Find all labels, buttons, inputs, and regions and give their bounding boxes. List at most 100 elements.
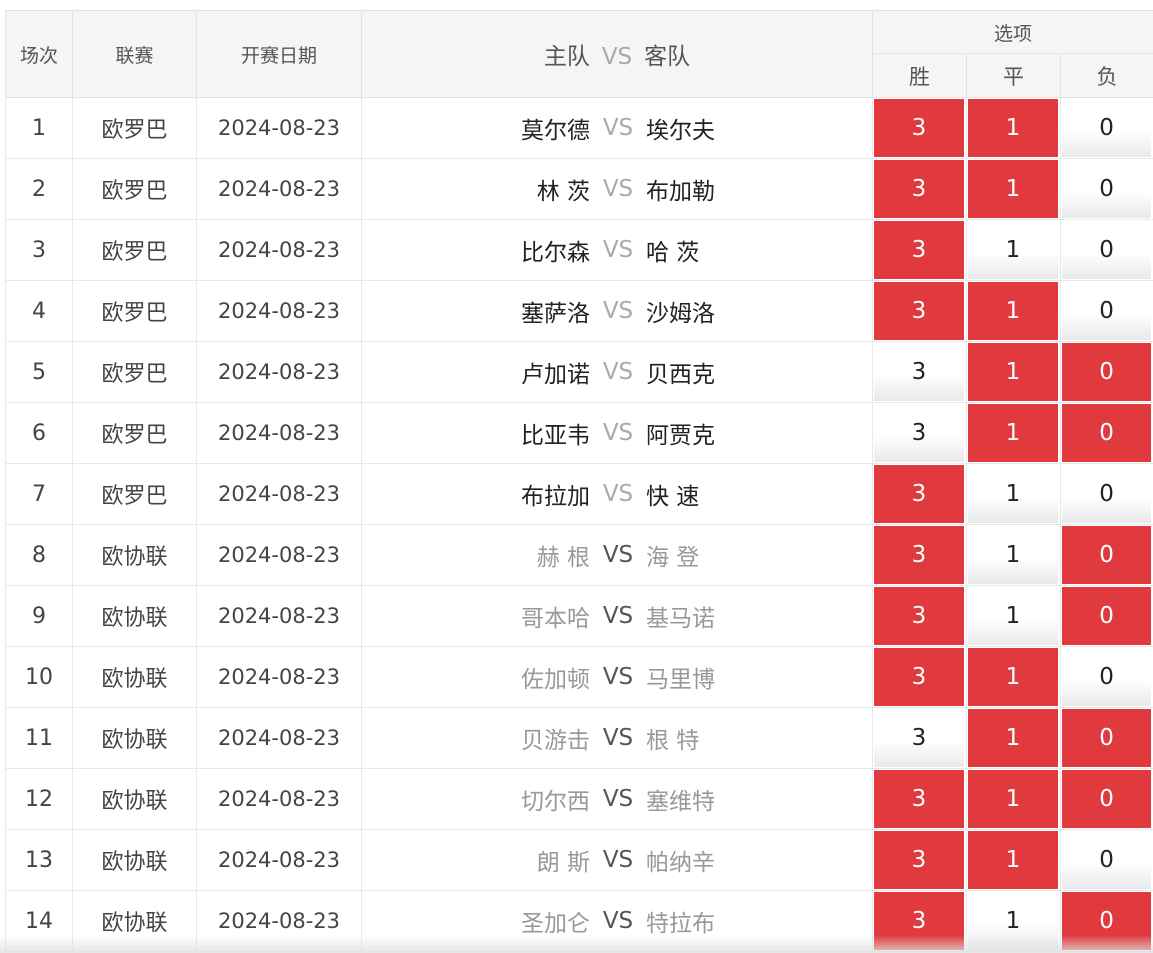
win-option-cell: 3 xyxy=(872,768,967,830)
win-option[interactable]: 3 xyxy=(874,99,964,157)
row-date: 2024-08-23 xyxy=(196,97,362,159)
table-body: 1 欧罗巴 2024-08-23 莫尔德 VS 埃尔夫 3 1 0 2 欧罗巴 2024-08-23 林… xyxy=(5,97,1153,952)
match-table-container: 场次 联赛 开赛日期 主队 VS 客队 选项 胜 平 负 1 欧罗巴 2024-08-2… xyxy=(5,10,1153,952)
draw-option-cell: 1 xyxy=(966,402,1061,464)
draw-option[interactable]: 1 xyxy=(968,526,1058,584)
draw-option[interactable]: 1 xyxy=(968,831,1058,889)
draw-option[interactable]: 1 xyxy=(968,343,1058,401)
draw-option-cell: 1 xyxy=(966,646,1061,708)
away-team: 根 特 xyxy=(646,728,700,754)
vs-label: VS xyxy=(602,847,634,873)
lose-option[interactable]: 0 xyxy=(1062,343,1152,401)
home-team: 莫尔德 xyxy=(521,118,590,144)
table-row: 5 欧罗巴 2024-08-23 卢加诺 VS 贝西克 3 1 0 xyxy=(5,341,1153,403)
header-lose: 负 xyxy=(1059,53,1153,98)
win-option[interactable]: 3 xyxy=(874,770,964,828)
table-row: 10 欧协联 2024-08-23 佐加顿 VS 马里博 3 1 0 xyxy=(5,646,1153,708)
row-match: 圣加仑 VS 特拉布 xyxy=(361,890,873,952)
lose-option[interactable]: 0 xyxy=(1062,160,1152,218)
lose-option[interactable]: 0 xyxy=(1062,282,1152,340)
draw-option[interactable]: 1 xyxy=(968,770,1058,828)
draw-option[interactable]: 1 xyxy=(968,221,1058,279)
row-league: 欧协联 xyxy=(72,585,197,647)
lose-option[interactable]: 0 xyxy=(1062,465,1152,523)
vs-label: VS xyxy=(602,603,634,629)
vs-label: VS xyxy=(602,359,634,385)
draw-option[interactable]: 1 xyxy=(968,404,1058,462)
row-index: 8 xyxy=(5,524,73,586)
row-index: 6 xyxy=(5,402,73,464)
lose-option[interactable]: 0 xyxy=(1062,709,1152,767)
row-league: 欧协联 xyxy=(72,768,197,830)
table-row: 12 欧协联 2024-08-23 切尔西 VS 塞维特 3 1 0 xyxy=(5,768,1153,830)
lose-option-cell: 0 xyxy=(1060,402,1153,464)
lose-option[interactable]: 0 xyxy=(1062,831,1152,889)
win-option[interactable]: 3 xyxy=(874,221,964,279)
win-option[interactable]: 3 xyxy=(874,892,964,950)
win-option[interactable]: 3 xyxy=(874,343,964,401)
row-index: 10 xyxy=(5,646,73,708)
win-option-cell: 3 xyxy=(872,890,967,952)
row-league: 欧罗巴 xyxy=(72,158,197,220)
win-option-cell: 3 xyxy=(872,463,967,525)
draw-option[interactable]: 1 xyxy=(968,892,1058,950)
header-date: 开赛日期 xyxy=(196,10,362,98)
win-option-cell: 3 xyxy=(872,280,967,342)
vs-label: VS xyxy=(602,176,634,202)
lose-option[interactable]: 0 xyxy=(1062,221,1152,279)
win-option[interactable]: 3 xyxy=(874,160,964,218)
lose-option[interactable]: 0 xyxy=(1062,892,1152,950)
home-team: 佐加顿 xyxy=(521,667,590,693)
lose-option[interactable]: 0 xyxy=(1062,526,1152,584)
draw-option[interactable]: 1 xyxy=(968,160,1058,218)
win-option[interactable]: 3 xyxy=(874,709,964,767)
row-match: 朗 斯 VS 帕纳辛 xyxy=(361,829,873,891)
away-team: 塞维特 xyxy=(646,789,715,815)
row-date: 2024-08-23 xyxy=(196,158,362,220)
lose-option[interactable]: 0 xyxy=(1062,770,1152,828)
table-row: 2 欧罗巴 2024-08-23 林 茨 VS 布加勒 3 1 0 xyxy=(5,158,1153,220)
row-index: 14 xyxy=(5,890,73,952)
row-league: 欧协联 xyxy=(72,829,197,891)
win-option[interactable]: 3 xyxy=(874,282,964,340)
table-row: 1 欧罗巴 2024-08-23 莫尔德 VS 埃尔夫 3 1 0 xyxy=(5,97,1153,159)
draw-option[interactable]: 1 xyxy=(968,465,1058,523)
win-option[interactable]: 3 xyxy=(874,831,964,889)
row-index: 7 xyxy=(5,463,73,525)
draw-option[interactable]: 1 xyxy=(968,99,1058,157)
row-date: 2024-08-23 xyxy=(196,646,362,708)
draw-option[interactable]: 1 xyxy=(968,709,1058,767)
lose-option-cell: 0 xyxy=(1060,890,1153,952)
lose-option[interactable]: 0 xyxy=(1062,99,1152,157)
home-team: 切尔西 xyxy=(521,789,590,815)
home-team: 赫 根 xyxy=(536,545,590,571)
home-team: 哥本哈 xyxy=(521,606,590,632)
row-date: 2024-08-23 xyxy=(196,829,362,891)
lose-option-cell: 0 xyxy=(1060,341,1153,403)
win-option[interactable]: 3 xyxy=(874,404,964,462)
table-row: 14 欧协联 2024-08-23 圣加仑 VS 特拉布 3 1 0 xyxy=(5,890,1153,952)
win-option[interactable]: 3 xyxy=(874,648,964,706)
row-league: 欧协联 xyxy=(72,890,197,952)
lose-option[interactable]: 0 xyxy=(1062,404,1152,462)
row-index: 3 xyxy=(5,219,73,281)
lose-option-cell: 0 xyxy=(1060,585,1153,647)
lose-option[interactable]: 0 xyxy=(1062,648,1152,706)
home-team: 林 茨 xyxy=(536,179,590,205)
lose-option-cell: 0 xyxy=(1060,97,1153,159)
win-option[interactable]: 3 xyxy=(874,526,964,584)
away-team: 沙姆洛 xyxy=(646,301,715,327)
draw-option[interactable]: 1 xyxy=(968,282,1058,340)
lose-option[interactable]: 0 xyxy=(1062,587,1152,645)
header-options: 选项 xyxy=(871,10,1153,54)
row-index: 12 xyxy=(5,768,73,830)
row-index: 1 xyxy=(5,97,73,159)
row-league: 欧罗巴 xyxy=(72,402,197,464)
lose-option-cell: 0 xyxy=(1060,707,1153,769)
draw-option[interactable]: 1 xyxy=(968,648,1058,706)
win-option[interactable]: 3 xyxy=(874,465,964,523)
win-option[interactable]: 3 xyxy=(874,587,964,645)
draw-option[interactable]: 1 xyxy=(968,587,1058,645)
row-date: 2024-08-23 xyxy=(196,402,362,464)
row-match: 布拉加 VS 快 速 xyxy=(361,463,873,525)
